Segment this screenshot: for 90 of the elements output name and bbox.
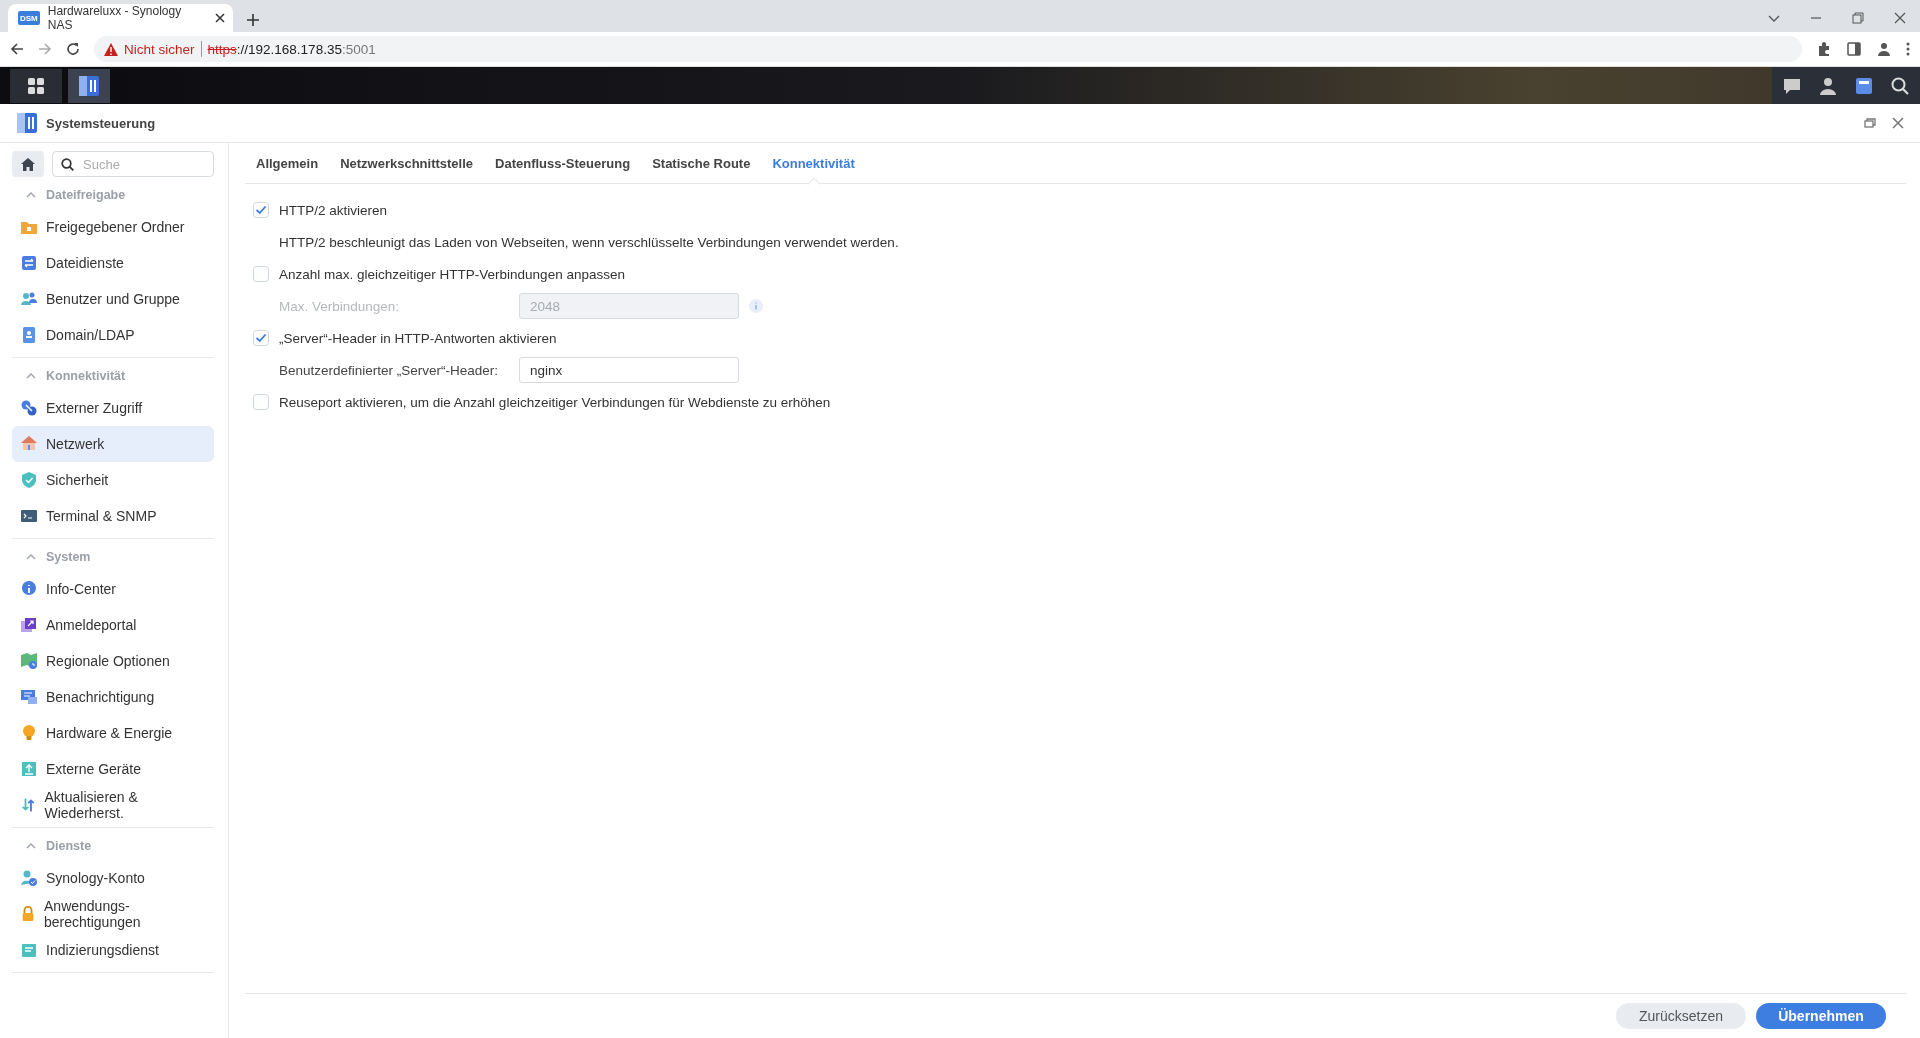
more-icon[interactable]	[1906, 41, 1910, 57]
control-panel-taskbar-button[interactable]	[68, 68, 110, 103]
input-field[interactable]: nginx	[519, 357, 739, 383]
profile-icon[interactable]	[1876, 41, 1892, 57]
sidebar-item[interactable]: Externer Zugriff	[12, 390, 214, 426]
home-icon	[21, 157, 35, 171]
sidebar-item[interactable]: Netzwerk	[12, 426, 214, 462]
sidebar-item[interactable]: Regionale Optionen	[12, 643, 214, 679]
collapse-icon[interactable]	[26, 373, 36, 379]
sync-arrows-icon	[20, 796, 37, 814]
group-heading: Dateifreigabe	[46, 188, 126, 202]
control-panel-icon	[77, 73, 101, 98]
sidebar-item[interactable]: Sicherheit	[12, 462, 214, 498]
index-icon	[20, 941, 38, 959]
sidebar-item[interactable]: Synology-Konto	[12, 860, 214, 896]
control-panel-icon	[16, 112, 38, 134]
sidebar-item[interactable]: Info-Center	[12, 571, 214, 607]
user-icon[interactable]	[1818, 75, 1838, 96]
warning-icon	[104, 42, 118, 56]
extension-icon[interactable]	[1816, 41, 1832, 57]
collapse-icon[interactable]	[26, 554, 36, 560]
search-icon[interactable]	[1890, 75, 1910, 96]
apply-button[interactable]: Übernehmen	[1756, 1003, 1886, 1029]
restore-icon[interactable]	[1864, 117, 1876, 129]
sidebar-item[interactable]: Freigegebener Ordner	[12, 209, 214, 245]
security-label: Nicht sicher	[124, 41, 195, 57]
lightbulb-icon	[20, 724, 38, 742]
close-icon[interactable]	[1894, 12, 1906, 24]
sidebar-item[interactable]: Terminal & SNMP	[12, 498, 214, 534]
restore-icon[interactable]	[1852, 12, 1864, 24]
account-icon	[20, 869, 38, 887]
tab[interactable]: Statische Route	[641, 143, 762, 183]
info-icon	[20, 580, 38, 598]
grid-icon	[27, 76, 45, 95]
tab[interactable]: Netzwerkschnittstelle	[329, 143, 485, 183]
collapse-icon[interactable]	[26, 192, 36, 198]
sidebar-item[interactable]: Benachrichtigung	[12, 679, 214, 715]
checkbox[interactable]	[253, 394, 269, 410]
sidebar-item[interactable]: Anwendungs-berechtigungen	[12, 896, 214, 932]
favicon-icon: DSM	[18, 11, 40, 25]
checkbox-label: Anzahl max. gleichzeitiger HTTP-Verbindungen anpassen	[279, 266, 625, 282]
message-icon	[20, 688, 38, 706]
sidebar-item[interactable]: Externe Geräte	[12, 751, 214, 787]
house-icon	[20, 435, 38, 453]
group-heading: System	[46, 550, 91, 564]
portal-icon	[20, 616, 38, 634]
home-button[interactable]	[12, 151, 44, 177]
terminal-icon	[20, 507, 38, 525]
window-title: Systemsteuerung	[46, 115, 157, 131]
users-icon	[20, 290, 38, 308]
group-heading: Dienste	[46, 839, 92, 853]
directory-icon	[20, 326, 38, 344]
checkbox-label: Reuseport aktivieren, um die Anzahl gleichzeitiger Verbindungen für Webdienste zu erhöhen	[279, 394, 831, 410]
close-icon[interactable]	[215, 13, 225, 23]
checkbox[interactable]	[253, 202, 269, 218]
sidebar-item[interactable]: Hardware & Energie	[12, 715, 214, 751]
description-text: HTTP/2 beschleunigt das Laden von Webseiten, wenn verschlüsselte Verbindungen verwendet werden.	[279, 234, 899, 250]
new-tab-icon[interactable]	[247, 14, 259, 26]
sidebar-item[interactable]: Aktualisieren & Wiederherst.	[12, 787, 214, 823]
checkbox[interactable]	[253, 266, 269, 282]
checkbox[interactable]	[253, 330, 269, 346]
url-text: https://192.168.178.35:5001	[207, 41, 376, 57]
tab-title: Hardwareluxx - Synology NAS	[47, 4, 183, 32]
checkbox-label: HTTP/2 aktivieren	[279, 202, 388, 218]
checkbox-label: „Server“-Header in HTTP-Antworten aktivieren	[279, 330, 557, 346]
address-bar[interactable]: Nicht sicher https://192.168.178.35:5001	[94, 36, 1802, 62]
back-icon[interactable]	[10, 42, 24, 56]
sidebar-item[interactable]: Indizierungsdienst	[12, 932, 214, 968]
upload-device-icon	[20, 760, 38, 778]
shield-icon	[20, 471, 38, 489]
sidebar-item[interactable]: Benutzer und Gruppe	[12, 281, 214, 317]
sidebar-item[interactable]: Domain/LDAP	[12, 317, 214, 353]
reset-button[interactable]: Zurücksetzen	[1616, 1003, 1746, 1029]
map-clock-icon	[20, 652, 38, 670]
sidebar-item[interactable]: Anmeldeportal	[12, 607, 214, 643]
field-label: Benutzerdefinierter „Server“-Header:	[279, 362, 500, 378]
collapse-icon[interactable]	[26, 843, 36, 849]
lock-icon	[20, 905, 36, 923]
file-transfer-icon	[20, 254, 38, 272]
sidebar-item[interactable]: Dateidienste	[12, 245, 214, 281]
link-icon	[20, 399, 38, 417]
search-field[interactable]: Suche	[52, 151, 214, 177]
tab[interactable]: Datenfluss-Steuerung	[484, 143, 642, 183]
main-menu-button[interactable]	[10, 68, 62, 103]
reload-icon[interactable]	[66, 42, 80, 56]
widgets-icon[interactable]	[1854, 75, 1874, 96]
tab[interactable]: Allgemein	[245, 143, 330, 183]
field-label: Max. Verbindungen:	[279, 298, 401, 314]
group-heading: Konnektivität	[46, 369, 126, 383]
sidepanel-icon[interactable]	[1846, 41, 1862, 57]
